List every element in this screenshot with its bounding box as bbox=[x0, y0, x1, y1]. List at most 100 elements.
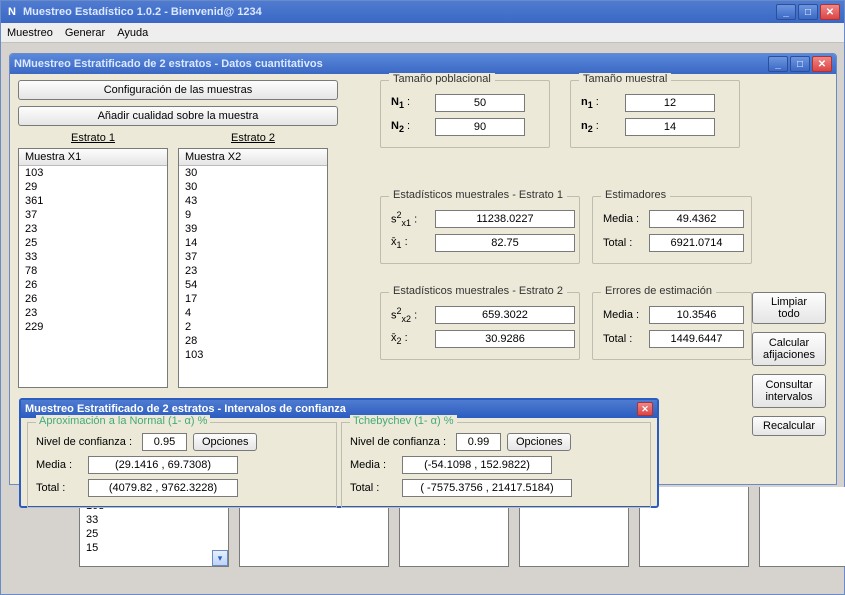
list-item[interactable]: 103 bbox=[179, 348, 327, 362]
menu-generar[interactable]: Generar bbox=[65, 27, 105, 39]
n1-samp-field[interactable]: 12 bbox=[625, 94, 715, 112]
error-total-field[interactable]: 1449.6447 bbox=[649, 330, 744, 348]
list-item[interactable]: 30 bbox=[179, 166, 327, 180]
scroll-down-icon[interactable]: ▾ bbox=[212, 550, 228, 566]
ci-normal-media-label: Media : bbox=[36, 459, 82, 471]
app-window: N Muestreo Estadístico 1.0.2 - Bienvenid… bbox=[0, 0, 845, 595]
list-item[interactable]: 229 bbox=[19, 320, 167, 334]
error-total-label: Total : bbox=[603, 333, 643, 345]
stats-estrato1-legend: Estadísticos muestrales - Estrato 1 bbox=[389, 189, 567, 201]
app-title: Muestreo Estadístico 1.0.2 - Bienvenid@ … bbox=[23, 6, 776, 18]
list-item[interactable]: 25 bbox=[80, 527, 228, 541]
n1-samp-label: n1 : bbox=[581, 96, 619, 110]
config-muestras-button[interactable]: Configuración de las muestras bbox=[18, 80, 338, 100]
ci-normal-nivel-label: Nivel de confianza : bbox=[36, 436, 136, 448]
child-maximize-button[interactable]: □ bbox=[790, 56, 810, 72]
ci-normal-media-field[interactable]: (29.1416 , 69.7308) bbox=[88, 456, 238, 474]
n2-pop-label: N2 : bbox=[391, 120, 429, 134]
list-item[interactable]: 26 bbox=[19, 278, 167, 292]
tam-muestral-legend: Tamaño muestral bbox=[579, 73, 671, 85]
list-item[interactable]: 23 bbox=[179, 264, 327, 278]
list-item[interactable]: 9 bbox=[179, 208, 327, 222]
ci-tcheby-media-field[interactable]: (-54.1098 , 152.9822) bbox=[402, 456, 552, 474]
list-item[interactable]: 17 bbox=[179, 292, 327, 306]
ci-normal-opciones-button[interactable]: Opciones bbox=[193, 433, 257, 451]
estimadores-group: Estimadores Media : 49.4362 Total : 6921… bbox=[592, 196, 752, 264]
estimador-media-field[interactable]: 49.4362 bbox=[649, 210, 744, 228]
list-item[interactable]: 361 bbox=[19, 194, 167, 208]
stats-estrato2-group: Estadísticos muestrales - Estrato 2 s2x2… bbox=[380, 292, 580, 360]
ci-close-button[interactable]: ✕ bbox=[637, 402, 653, 416]
child-close-button[interactable]: ✕ bbox=[812, 56, 832, 72]
add-cualidad-button[interactable]: Añadir cualidad sobre la muestra bbox=[18, 106, 338, 126]
list-item[interactable]: 33 bbox=[19, 250, 167, 264]
menu-muestreo[interactable]: Muestreo bbox=[7, 27, 53, 39]
n1-pop-field[interactable]: 50 bbox=[435, 94, 525, 112]
list-item[interactable]: 15 bbox=[80, 541, 228, 555]
s2x2-label: s2x2 : bbox=[391, 306, 429, 324]
list-item[interactable]: 14 bbox=[179, 236, 327, 250]
list-item[interactable]: 28 bbox=[179, 334, 327, 348]
menubar: Muestreo Generar Ayuda bbox=[1, 23, 844, 43]
muestra-x1-header: Muestra X1 bbox=[19, 149, 167, 166]
child-titlebar: N Muestreo Estratificado de 2 estratos -… bbox=[10, 54, 836, 74]
s2x1-field[interactable]: 11238.0227 bbox=[435, 210, 575, 228]
n2-samp-field[interactable]: 14 bbox=[625, 118, 715, 136]
menu-ayuda[interactable]: Ayuda bbox=[117, 27, 148, 39]
ci-title: Muestreo Estratificado de 2 estratos - I… bbox=[25, 403, 637, 415]
muestra-x2-list[interactable]: Muestra X2 30304393914372354174228103 bbox=[178, 148, 328, 388]
child-minimize-button[interactable]: _ bbox=[768, 56, 788, 72]
s2x2-field[interactable]: 659.3022 bbox=[435, 306, 575, 324]
list-item[interactable]: 43 bbox=[179, 194, 327, 208]
list-item[interactable]: 30 bbox=[179, 180, 327, 194]
list-item[interactable]: 78 bbox=[19, 264, 167, 278]
tam-poblacional-group: Tamaño poblacional N1 : 50 N2 : 90 bbox=[380, 80, 550, 148]
xbar1-field[interactable]: 82.75 bbox=[435, 234, 575, 252]
list-item[interactable]: 39 bbox=[179, 222, 327, 236]
estimador-total-field[interactable]: 6921.0714 bbox=[649, 234, 744, 252]
list-item[interactable]: 29 bbox=[19, 180, 167, 194]
minimize-button[interactable]: _ bbox=[776, 4, 796, 20]
muestra-x1-list[interactable]: Muestra X1 103293613723253378262623229 bbox=[18, 148, 168, 388]
app-icon: N bbox=[5, 5, 19, 19]
close-button[interactable]: ✕ bbox=[820, 4, 840, 20]
limpiar-todo-button[interactable]: Limpiar todo bbox=[752, 292, 826, 324]
error-media-label: Media : bbox=[603, 309, 643, 321]
ci-tcheby-total-field[interactable]: ( -7575.3756 , 21417.5184) bbox=[402, 479, 572, 497]
calcular-afijaciones-button[interactable]: Calcular afijaciones bbox=[752, 332, 826, 366]
n1-pop-label: N1 : bbox=[391, 96, 429, 110]
list-item[interactable]: 23 bbox=[19, 306, 167, 320]
ci-normal-total-field[interactable]: (4079.82 , 9762.3228) bbox=[88, 479, 238, 497]
list-item[interactable]: 25 bbox=[19, 236, 167, 250]
list-item[interactable]: 37 bbox=[179, 250, 327, 264]
recalcular-button[interactable]: Recalcular bbox=[752, 416, 826, 436]
ci-tcheby-media-label: Media : bbox=[350, 459, 396, 471]
xbar2-field[interactable]: 30.9286 bbox=[435, 330, 575, 348]
n2-samp-label: n2 : bbox=[581, 120, 619, 134]
list-item[interactable]: 103 bbox=[19, 166, 167, 180]
error-media-field[interactable]: 10.3546 bbox=[649, 306, 744, 324]
list-item[interactable]: 23 bbox=[19, 222, 167, 236]
ci-normal-total-label: Total : bbox=[36, 482, 82, 494]
consultar-intervalos-button[interactable]: Consultar intervalos bbox=[752, 374, 826, 408]
ci-tcheby-legend: Tchebychev (1- α) % bbox=[350, 415, 457, 427]
maximize-button[interactable]: □ bbox=[798, 4, 818, 20]
ci-tcheby-group: Tchebychev (1- α) % Nivel de confianza :… bbox=[341, 422, 651, 508]
ci-tcheby-opciones-button[interactable]: Opciones bbox=[507, 433, 571, 451]
muestra-x2-header: Muestra X2 bbox=[179, 149, 327, 166]
ci-normal-nivel-field[interactable]: 0.95 bbox=[142, 433, 187, 451]
bottom-listbox-6[interactable] bbox=[759, 487, 845, 567]
list-item[interactable]: 26 bbox=[19, 292, 167, 306]
s2x1-label: s2x1 : bbox=[391, 210, 429, 228]
xbar1-label: x̄1 : bbox=[391, 236, 429, 250]
n2-pop-field[interactable]: 90 bbox=[435, 118, 525, 136]
errores-group: Errores de estimación Media : 10.3546 To… bbox=[592, 292, 752, 360]
estimador-total-label: Total : bbox=[603, 237, 643, 249]
list-item[interactable]: 4 bbox=[179, 306, 327, 320]
list-item[interactable]: 2 bbox=[179, 320, 327, 334]
list-item[interactable]: 54 bbox=[179, 278, 327, 292]
list-item[interactable]: 33 bbox=[80, 513, 228, 527]
list-item[interactable]: 37 bbox=[19, 208, 167, 222]
ci-tcheby-nivel-field[interactable]: 0.99 bbox=[456, 433, 501, 451]
tam-muestral-group: Tamaño muestral n1 : 12 n2 : 14 bbox=[570, 80, 740, 148]
